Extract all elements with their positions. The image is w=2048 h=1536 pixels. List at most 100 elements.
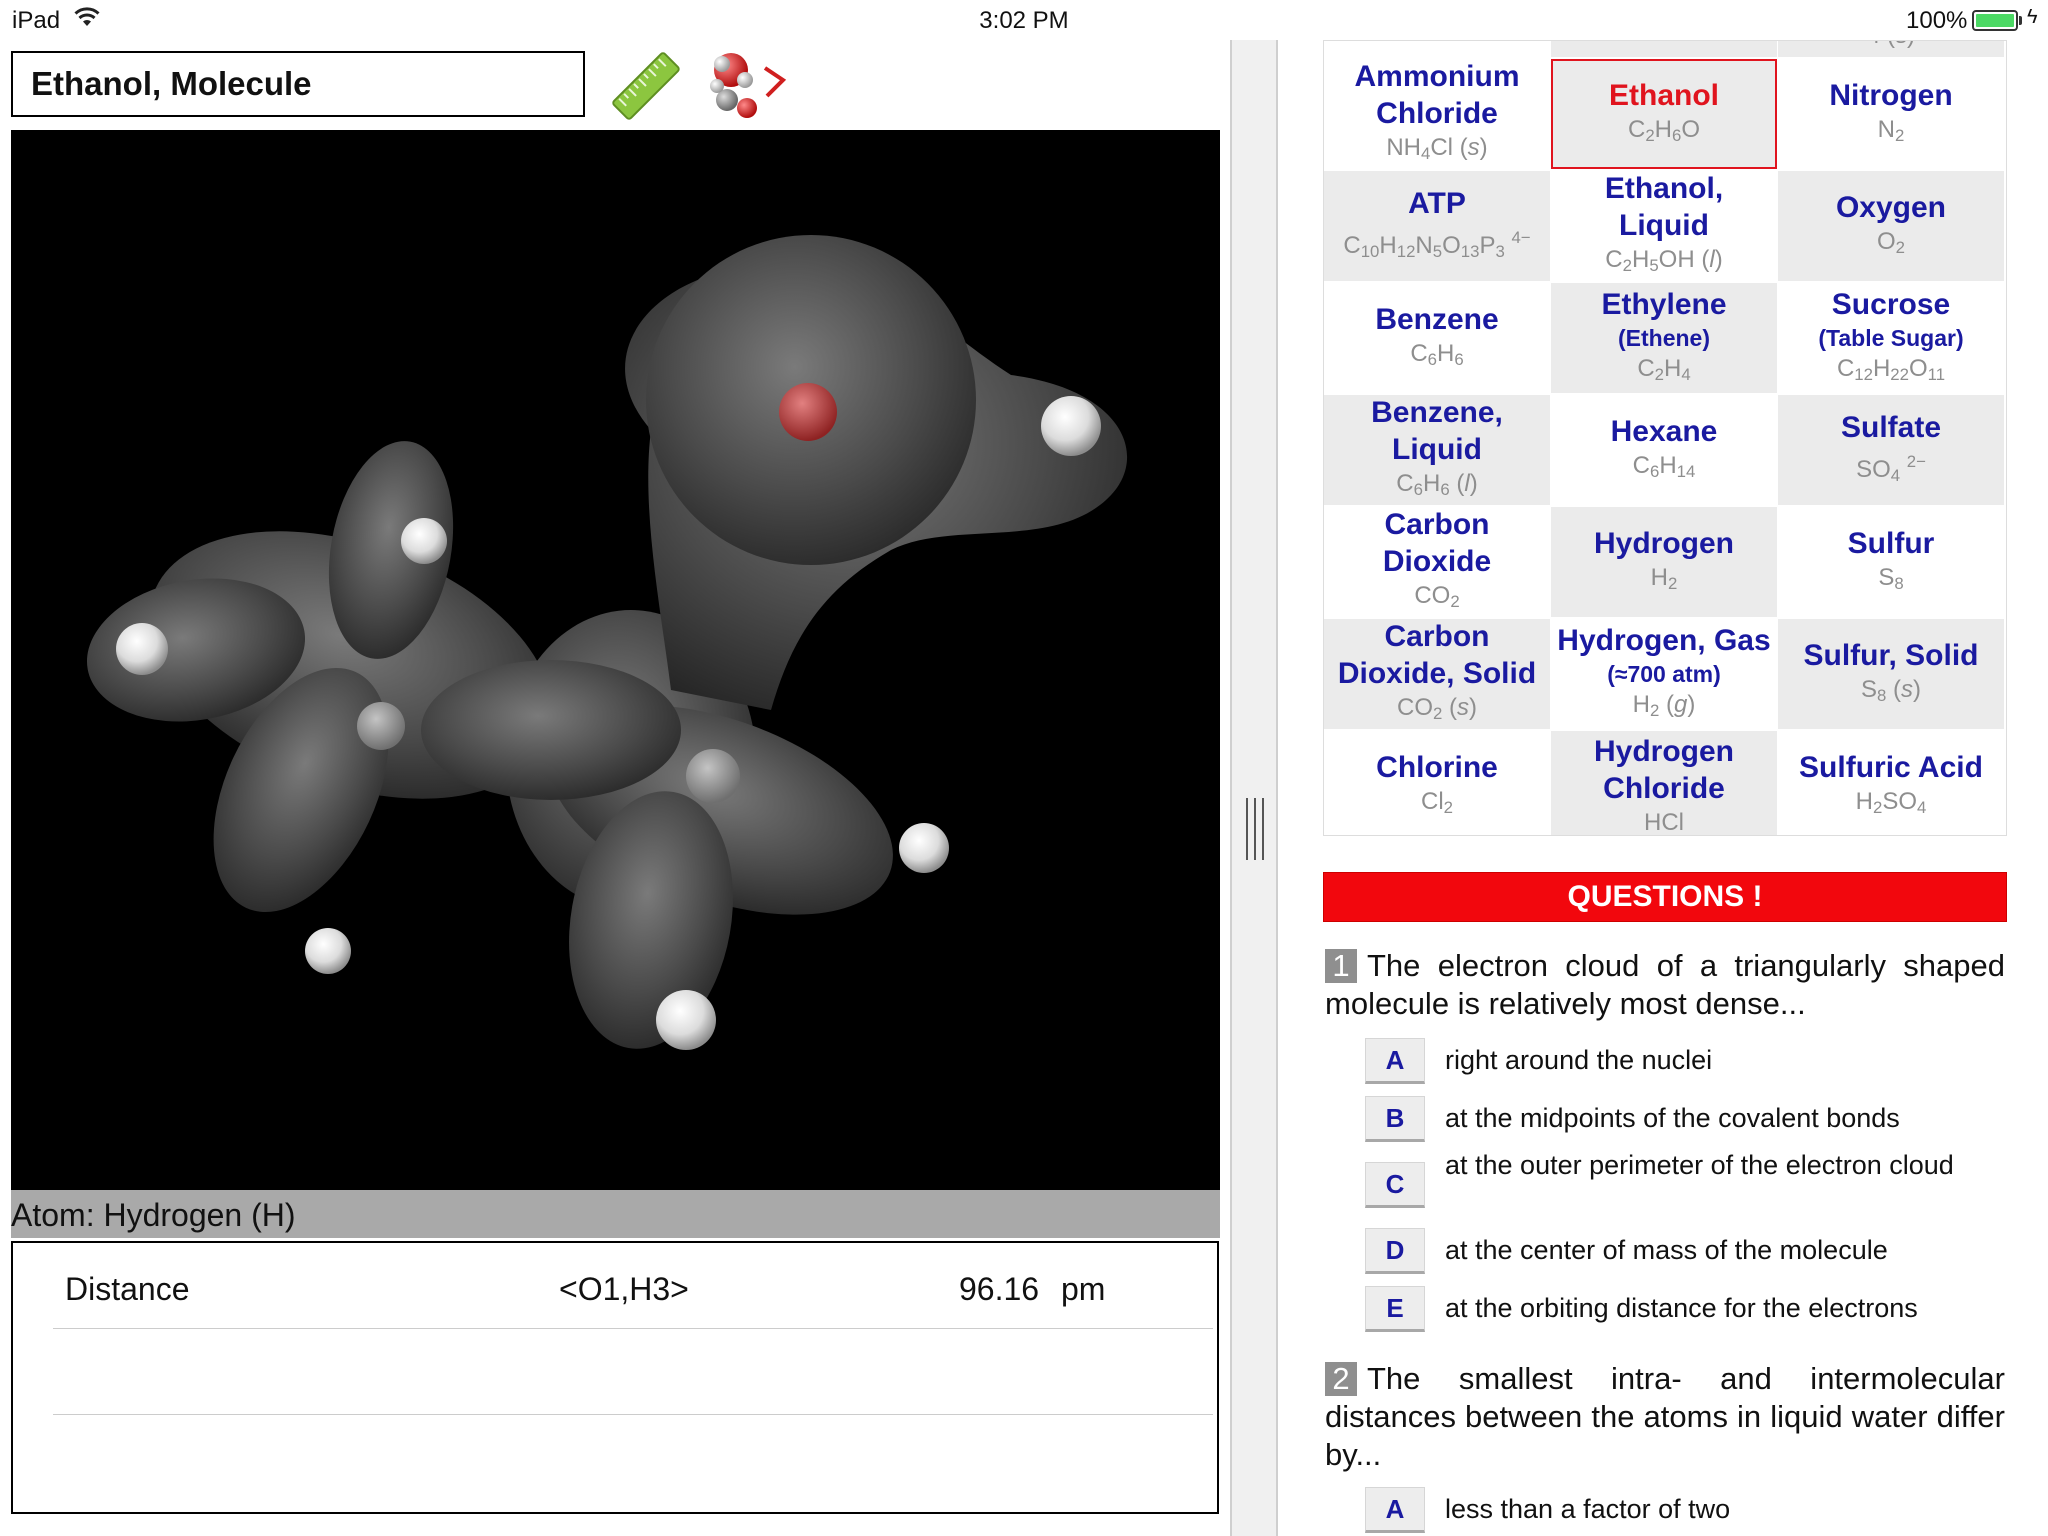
grid-cell-partial[interactable] [1551, 41, 1777, 57]
molecule-cell-sulfur-solid[interactable]: Sulfur, Solid S8 (s) [1778, 619, 2004, 729]
molecule-name: Carbon Dioxide, Solid [1337, 620, 1537, 690]
split-view-divider[interactable] [1230, 40, 1278, 1536]
question-text: The electron cloud of a triangularly sha… [1325, 948, 2005, 1021]
molecule-cell-hydrogen-gas[interactable]: Hydrogen, Gas (≈700 atm) H2 (g) [1551, 619, 1777, 729]
molecule-cell-atp[interactable]: ATP C10H12N5O13P3 4− [1324, 171, 1550, 281]
molecule-cell-sulfate[interactable]: Sulfate SO4 2− [1778, 395, 2004, 505]
measurement-row[interactable]: Distance <O1,H3> 96.16 pm [53, 1243, 1213, 1329]
answer-text: at the outer perimeter of the electron c… [1445, 1150, 1954, 1180]
answer-option[interactable]: D at the center of mass of the molecule [1365, 1228, 2005, 1278]
molecule-name: Sulfuric Acid [1799, 750, 1983, 784]
molecule-cell-oxygen[interactable]: Oxygen O2 [1778, 171, 2004, 281]
molecule-formula: S8 (s) [1860, 675, 1922, 705]
questions-header: QUESTIONS ! [1323, 872, 2007, 922]
molecule-cell-carbon-dioxide-solid[interactable]: Carbon Dioxide, Solid CO2 (s) [1324, 619, 1550, 729]
answer-d-button[interactable]: D [1365, 1228, 1425, 1274]
molecule-title-field[interactable]: Ethanol, Molecule [11, 51, 585, 117]
molecule-formula: C6H6 (l) [1396, 470, 1478, 499]
molecule-name: Sulfur [1847, 526, 1935, 560]
answer-a-button[interactable]: A [1365, 1487, 1425, 1533]
answer-a-button[interactable]: A [1365, 1038, 1425, 1084]
molecule-name: ATP [1408, 186, 1466, 220]
hydrogen-atom [656, 990, 716, 1050]
answer-option[interactable]: A less than a factor of two [1365, 1487, 2005, 1536]
answer-c-button[interactable]: C [1365, 1162, 1425, 1208]
atom-info: Atom: Hydrogen (H) [11, 1197, 296, 1233]
molecule-formula: C2H5OH (l) [1605, 246, 1723, 275]
molecule-name: Hydrogen [1593, 526, 1734, 560]
molecule-formula: NH4Cl (s) [1386, 134, 1488, 163]
molecule-cell-ethylene[interactable]: Ethylene (Ethene) C2H4 [1551, 283, 1777, 393]
hydrogen-atom [305, 928, 351, 974]
hydrogen-atom [1041, 396, 1101, 456]
measurement-label: Distance [65, 1271, 190, 1307]
electron-cloud [86, 235, 1128, 1049]
molecule-name: Nitrogen [1829, 78, 1953, 112]
answer-e-button[interactable]: E [1365, 1286, 1425, 1332]
molecule-cell-hexane[interactable]: Hexane C6H14 [1551, 395, 1777, 505]
answer-option[interactable]: B at the midpoints of the covalent bonds [1365, 1096, 2005, 1146]
grid-cell-partial[interactable]: 4 (s) [1778, 41, 2004, 57]
molecule-formula: C6H6 [1410, 339, 1464, 369]
hydrogen-atom [401, 518, 447, 564]
molecule-name: Ethanol, Liquid [1604, 172, 1724, 242]
molecule-3d-viewer[interactable] [11, 130, 1220, 1190]
molecule-name: Sucrose [1831, 287, 1951, 321]
answer-b-button[interactable]: B [1365, 1096, 1425, 1142]
molecule-cell-benzene-liquid[interactable]: Benzene, Liquid C6H6 (l) [1324, 395, 1550, 505]
oxygen-atom [779, 383, 837, 441]
molecule-cell-hydrogen[interactable]: Hydrogen H2 [1551, 507, 1777, 617]
molecule-formula: H2 (g) [1632, 690, 1696, 720]
question-number: 1 [1325, 949, 1357, 983]
molecule-formula: O2 [1876, 227, 1905, 257]
answer-option[interactable]: A right around the nuclei [1365, 1038, 2005, 1088]
answer-option[interactable]: C at the outer perimeter of the electron… [1365, 1150, 2005, 1212]
molecule-name: Hexane [1610, 414, 1718, 448]
molecule-formula: C6H14 [1632, 451, 1696, 481]
molecule-cell-sucrose[interactable]: Sucrose (Table Sugar) C12H22O11 [1778, 283, 2004, 393]
battery-icon [1972, 10, 2018, 31]
answer-option[interactable]: E at the orbiting distance for the elect… [1365, 1286, 2005, 1336]
molecule-cell-nitrogen[interactable]: Nitrogen N2 [1778, 59, 2004, 169]
measurement-row-empty [53, 1329, 1213, 1415]
answer-text: less than a factor of two [1445, 1494, 1731, 1524]
measurement-atom-pair: <O1,H3> [559, 1271, 689, 1307]
answer-text: at the center of mass of the molecule [1445, 1235, 1888, 1265]
question-number: 2 [1325, 1362, 1357, 1396]
ruler-icon[interactable] [608, 48, 684, 124]
carbon-atom [686, 749, 740, 803]
question-2: 2 The smallest intra- and intermolecular … [1325, 1360, 2005, 1474]
molecule-cell-carbon-dioxide[interactable]: Carbon Dioxide CO2 [1324, 507, 1550, 617]
answer-text: right around the nuclei [1445, 1045, 1713, 1075]
molecule-name: Carbon Dioxide [1382, 508, 1492, 578]
molecule-formula: CO2 [1414, 582, 1460, 611]
molecule-formula: Cl2 [1420, 787, 1453, 817]
measurement-table: Distance <O1,H3> 96.16 pm [11, 1241, 1219, 1514]
molecule-cell-hydrogen-chloride[interactable]: Hydrogen Chloride HCl [1551, 731, 1777, 835]
drag-handle-icon[interactable] [1246, 798, 1264, 860]
molecule-cell-sulfur[interactable]: Sulfur S8 [1778, 507, 2004, 617]
question-text: The smallest intra- and intermolecular d… [1325, 1361, 2005, 1472]
molecule-cell-benzene[interactable]: Benzene C6H6 [1324, 283, 1550, 393]
molecule-cell-sulfuric-acid[interactable]: Sulfuric Acid H2SO4 [1778, 731, 2004, 835]
molecule-cell-ammonium-chloride[interactable]: Ammonium Chloride NH4Cl (s) [1324, 59, 1550, 169]
molecule-name: Hydrogen Chloride [1593, 735, 1734, 805]
molecule-cell-ethanol[interactable]: Ethanol C2H6O [1551, 59, 1777, 169]
molecule-subtitle: (≈700 atm) [1607, 660, 1721, 687]
molecule-cell-ethanol-liquid[interactable]: Ethanol, Liquid C2H5OH (l) [1551, 171, 1777, 281]
molecule-formula: C12H22O11 [1836, 354, 1946, 384]
molecule-name: Sulfate [1840, 410, 1942, 444]
hydrogen-atom [899, 823, 949, 873]
question-1: 1 The electron cloud of a triangularly sh… [1325, 947, 2005, 1023]
molecule-formula: N2 [1877, 115, 1905, 145]
molecule-view-icon[interactable] [705, 46, 791, 126]
molecule-cell-chlorine[interactable]: Chlorine Cl2 [1324, 731, 1550, 835]
molecule-title: Ethanol, Molecule [31, 65, 312, 102]
hydrogen-atom [116, 623, 168, 675]
molecule-name: Ethanol [1609, 78, 1719, 112]
molecule-name: Benzene [1375, 302, 1499, 336]
molecule-name: Chlorine [1376, 750, 1498, 784]
molecule-grid: 4 (s)Ammonium ChlorideNH4Cl (s)EthanolC2… [1323, 40, 2007, 836]
molecule-formula: H2SO4 [1855, 787, 1927, 817]
molecule-name: Hydrogen, Gas [1557, 623, 1771, 657]
